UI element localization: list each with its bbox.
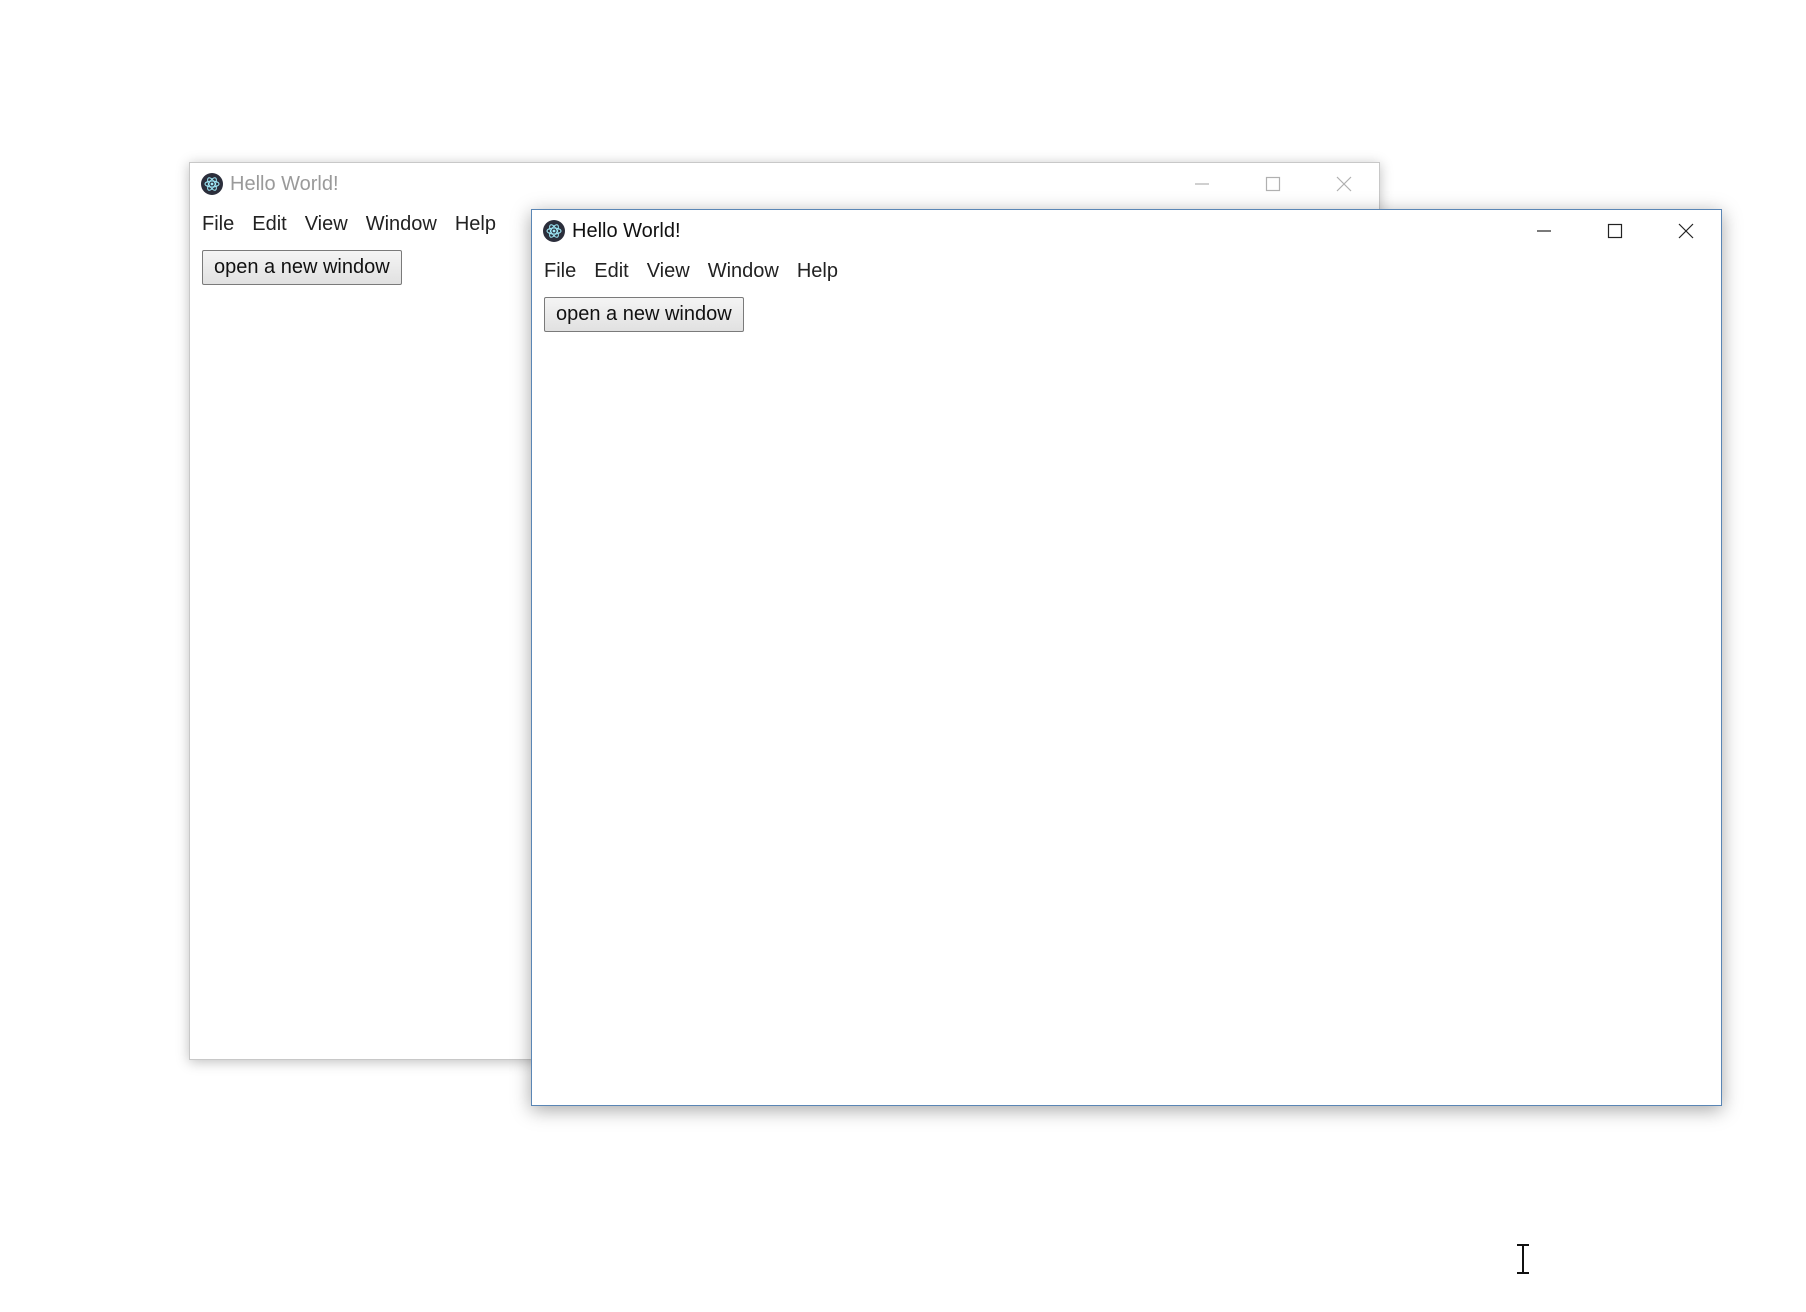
text-cursor-icon — [1517, 1244, 1529, 1274]
menu-edit[interactable]: Edit — [243, 205, 295, 243]
open-new-window-button[interactable]: open a new window — [202, 250, 402, 285]
close-icon[interactable] — [1308, 163, 1379, 205]
open-new-window-button[interactable]: open a new window — [544, 297, 744, 332]
close-icon[interactable] — [1650, 210, 1721, 252]
front-window[interactable]: Hello World! File Edit View Window Help … — [531, 209, 1722, 1106]
menu-edit[interactable]: Edit — [585, 252, 637, 290]
desktop: Hello World! File Edit View Window Help … — [0, 0, 1806, 1312]
menu-view[interactable]: View — [638, 252, 699, 290]
caption-buttons — [1508, 210, 1721, 252]
minimize-icon[interactable] — [1508, 210, 1579, 252]
menu-help[interactable]: Help — [446, 205, 505, 243]
window-title: Hello World! — [572, 219, 681, 242]
electron-icon — [200, 172, 224, 196]
menu-file[interactable]: File — [535, 252, 585, 290]
menu-window[interactable]: Window — [357, 205, 446, 243]
window-title: Hello World! — [230, 172, 339, 195]
window-content: open a new window — [532, 290, 1721, 332]
menu-file[interactable]: File — [193, 205, 243, 243]
minimize-icon[interactable] — [1166, 163, 1237, 205]
electron-icon — [542, 219, 566, 243]
menu-bar: File Edit View Window Help — [532, 252, 1721, 290]
menu-window[interactable]: Window — [699, 252, 788, 290]
caption-buttons — [1166, 163, 1379, 205]
maximize-icon[interactable] — [1237, 163, 1308, 205]
maximize-icon[interactable] — [1579, 210, 1650, 252]
menu-view[interactable]: View — [296, 205, 357, 243]
menu-help[interactable]: Help — [788, 252, 847, 290]
back-window-titlebar[interactable]: Hello World! — [190, 163, 1379, 205]
front-window-titlebar[interactable]: Hello World! — [532, 210, 1721, 252]
